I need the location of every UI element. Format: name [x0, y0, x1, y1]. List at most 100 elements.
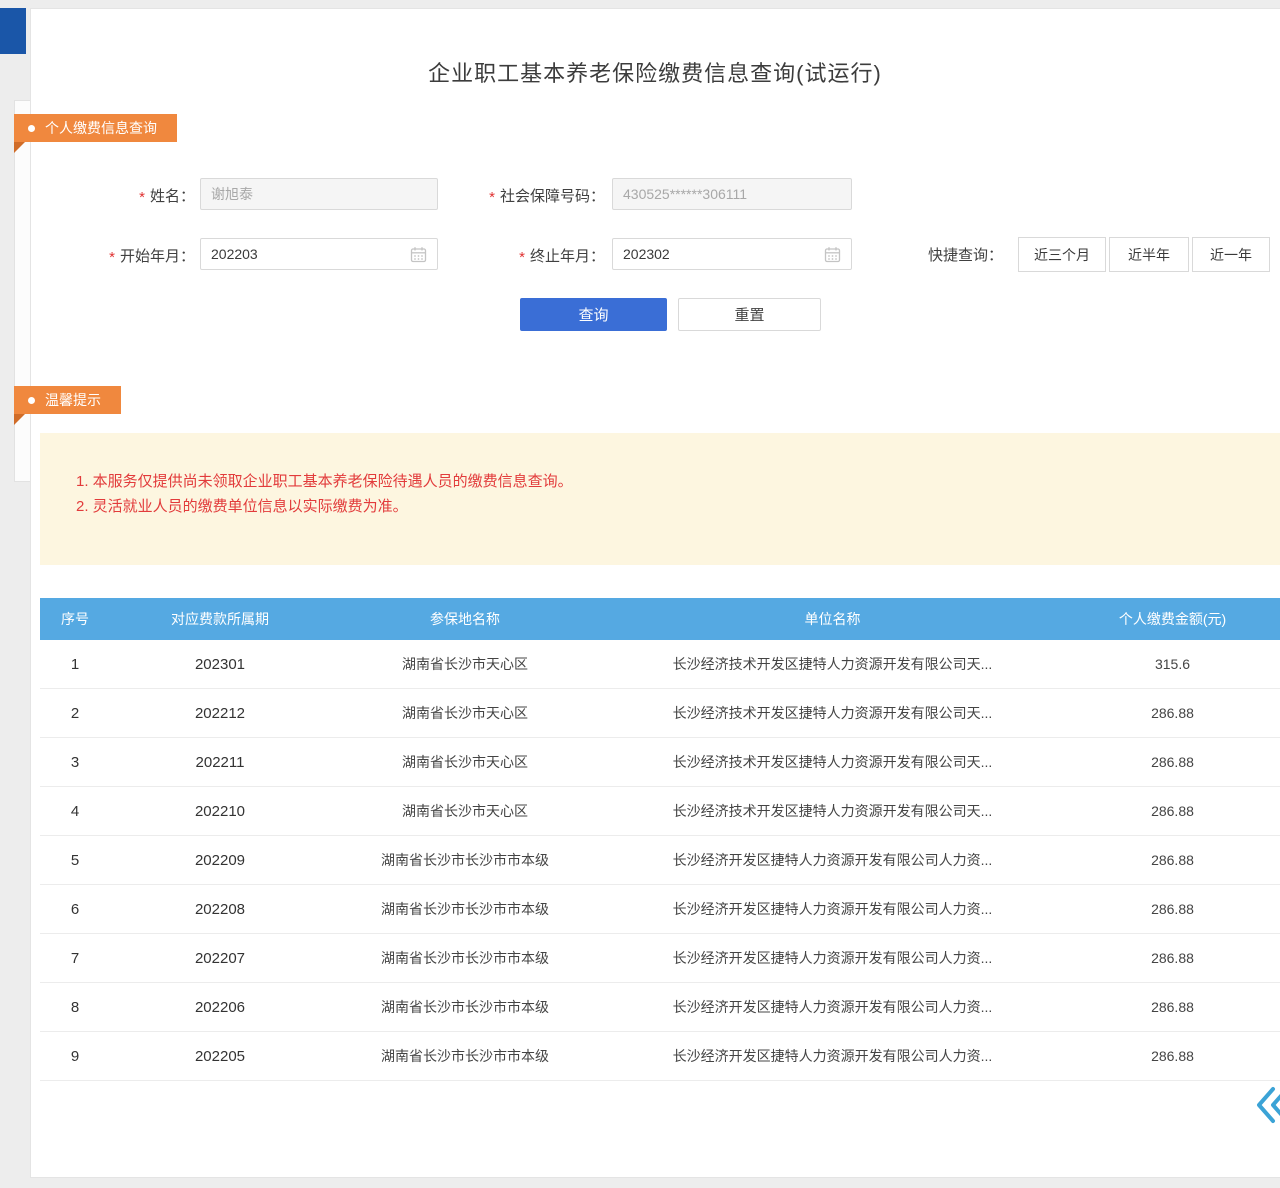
table-cell: 长沙经济技术开发区捷特人力资源开发有限公司天... [600, 738, 1065, 786]
table-cell: 286.88 [1065, 689, 1280, 737]
name-input[interactable]: 谢旭泰 [200, 178, 438, 210]
bullet-dot-icon [28, 397, 35, 404]
table-cell: 湖南省长沙市长沙市市本级 [330, 1032, 600, 1080]
section-badge-query-label: 个人缴费信息查询 [45, 114, 157, 142]
table-cell: 长沙经济技术开发区捷特人力资源开发有限公司天... [600, 640, 1065, 688]
tips-line-1: 1. 本服务仅提供尚未领取企业职工基本养老保险待遇人员的缴费信息查询。 [76, 469, 1260, 494]
quick-range-one-year-button[interactable]: 近一年 [1192, 237, 1270, 272]
table-row: 4202210湖南省长沙市天心区长沙经济技术开发区捷特人力资源开发有限公司天..… [40, 787, 1280, 836]
table-cell: 286.88 [1065, 836, 1280, 884]
left-edge-strip [14, 100, 30, 482]
table-cell: 2 [40, 689, 110, 737]
calendar-icon[interactable] [824, 246, 841, 263]
required-asterisk: * [489, 189, 495, 206]
start-month-label: * 开始年月： [60, 238, 195, 272]
section-badge-tips: 温馨提示 [14, 386, 121, 414]
required-asterisk: * [139, 189, 145, 206]
quick-range-half-year-button[interactable]: 近半年 [1109, 237, 1189, 272]
table-cell: 湖南省长沙市天心区 [330, 640, 600, 688]
table-cell: 湖南省长沙市天心区 [330, 689, 600, 737]
name-input-value: 谢旭泰 [211, 184, 253, 204]
name-field-label: * 姓名： [60, 178, 195, 212]
table-cell: 286.88 [1065, 885, 1280, 933]
table-row: 1202301湖南省长沙市天心区长沙经济技术开发区捷特人力资源开发有限公司天..… [40, 640, 1280, 689]
required-asterisk: * [109, 249, 115, 266]
tips-notice-box: 1. 本服务仅提供尚未领取企业职工基本养老保险待遇人员的缴费信息查询。 2. 灵… [40, 433, 1280, 565]
table-cell: 315.6 [1065, 640, 1280, 688]
ssn-field-label: * 社会保障号码： [440, 178, 605, 212]
table-cell: 长沙经济开发区捷特人力资源开发有限公司人力资... [600, 885, 1065, 933]
table-body: 1202301湖南省长沙市天心区长沙经济技术开发区捷特人力资源开发有限公司天..… [40, 640, 1280, 1081]
table-cell: 7 [40, 934, 110, 982]
table-row: 8202206湖南省长沙市长沙市市本级长沙经济开发区捷特人力资源开发有限公司人力… [40, 983, 1280, 1032]
table-row: 2202212湖南省长沙市天心区长沙经济技术开发区捷特人力资源开发有限公司天..… [40, 689, 1280, 738]
table-cell: 202210 [110, 787, 330, 835]
table-cell: 6 [40, 885, 110, 933]
table-cell: 湖南省长沙市天心区 [330, 787, 600, 835]
end-month-input[interactable]: 202302 [612, 238, 852, 270]
table-cell: 202207 [110, 934, 330, 982]
table-header-cell: 单位名称 [600, 598, 1065, 640]
sidebar-collapsed-tab[interactable] [0, 8, 26, 54]
table-cell: 9 [40, 1032, 110, 1080]
table-row: 6202208湖南省长沙市长沙市市本级长沙经济开发区捷特人力资源开发有限公司人力… [40, 885, 1280, 934]
table-header-cell: 个人缴费金额(元) [1065, 598, 1280, 640]
table-cell: 286.88 [1065, 934, 1280, 982]
table-cell: 3 [40, 738, 110, 786]
tips-line-2: 2. 灵活就业人员的缴费单位信息以实际缴费为准。 [76, 494, 1260, 519]
ssn-input[interactable]: 430525******306111 [612, 178, 852, 210]
results-table: 序号对应费款所属期参保地名称单位名称个人缴费金额(元) 1202301湖南省长沙… [40, 598, 1280, 1081]
reset-button[interactable]: 重置 [678, 298, 821, 331]
bullet-dot-icon [28, 125, 35, 132]
section-badge-query: 个人缴费信息查询 [14, 114, 177, 142]
end-month-label: * 终止年月： [440, 238, 605, 272]
table-cell: 湖南省长沙市长沙市市本级 [330, 836, 600, 884]
table-cell: 202208 [110, 885, 330, 933]
table-cell: 湖南省长沙市长沙市市本级 [330, 885, 600, 933]
table-cell: 286.88 [1065, 787, 1280, 835]
table-row: 3202211湖南省长沙市天心区长沙经济技术开发区捷特人力资源开发有限公司天..… [40, 738, 1280, 787]
table-cell: 286.88 [1065, 738, 1280, 786]
table-cell: 202211 [110, 738, 330, 786]
table-row: 9202205湖南省长沙市长沙市市本级长沙经济开发区捷特人力资源开发有限公司人力… [40, 1032, 1280, 1081]
table-cell: 4 [40, 787, 110, 835]
table-cell: 湖南省长沙市长沙市市本级 [330, 934, 600, 982]
required-asterisk: * [519, 249, 525, 266]
start-month-input[interactable]: 202203 [200, 238, 438, 270]
page-title: 企业职工基本养老保险缴费信息查询(试运行) [30, 56, 1280, 88]
table-header-cell: 参保地名称 [330, 598, 600, 640]
collapse-panel-control[interactable] [1252, 1082, 1280, 1128]
table-cell: 5 [40, 836, 110, 884]
quick-query-label: 快捷查询： [928, 238, 1003, 273]
table-cell: 202209 [110, 836, 330, 884]
table-cell: 长沙经济技术开发区捷特人力资源开发有限公司天... [600, 689, 1065, 737]
table-cell: 湖南省长沙市长沙市市本级 [330, 983, 600, 1031]
table-cell: 长沙经济开发区捷特人力资源开发有限公司人力资... [600, 983, 1065, 1031]
table-cell: 202205 [110, 1032, 330, 1080]
table-row: 5202209湖南省长沙市长沙市市本级长沙经济开发区捷特人力资源开发有限公司人力… [40, 836, 1280, 885]
quick-range-3-months-button[interactable]: 近三个月 [1018, 237, 1106, 272]
section-badge-tips-label: 温馨提示 [45, 386, 101, 414]
table-cell: 202301 [110, 640, 330, 688]
table-cell: 长沙经济开发区捷特人力资源开发有限公司人力资... [600, 1032, 1065, 1080]
table-row: 7202207湖南省长沙市长沙市市本级长沙经济开发区捷特人力资源开发有限公司人力… [40, 934, 1280, 983]
end-month-value: 202302 [623, 246, 670, 262]
ssn-input-value: 430525******306111 [623, 186, 747, 202]
double-chevron-left-icon[interactable] [1252, 1082, 1280, 1128]
table-cell: 湖南省长沙市天心区 [330, 738, 600, 786]
table-cell: 1 [40, 640, 110, 688]
table-cell: 8 [40, 983, 110, 1031]
query-button[interactable]: 查询 [520, 298, 667, 331]
table-cell: 286.88 [1065, 983, 1280, 1031]
start-month-value: 202203 [211, 246, 258, 262]
table-cell: 长沙经济开发区捷特人力资源开发有限公司人力资... [600, 934, 1065, 982]
table-header-cell: 对应费款所属期 [110, 598, 330, 640]
table-header-row: 序号对应费款所属期参保地名称单位名称个人缴费金额(元) [40, 598, 1280, 640]
table-cell: 202212 [110, 689, 330, 737]
table-cell: 长沙经济技术开发区捷特人力资源开发有限公司天... [600, 787, 1065, 835]
table-header-cell: 序号 [40, 598, 110, 640]
table-cell: 长沙经济开发区捷特人力资源开发有限公司人力资... [600, 836, 1065, 884]
table-cell: 286.88 [1065, 1032, 1280, 1080]
table-cell: 202206 [110, 983, 330, 1031]
calendar-icon[interactable] [410, 246, 427, 263]
